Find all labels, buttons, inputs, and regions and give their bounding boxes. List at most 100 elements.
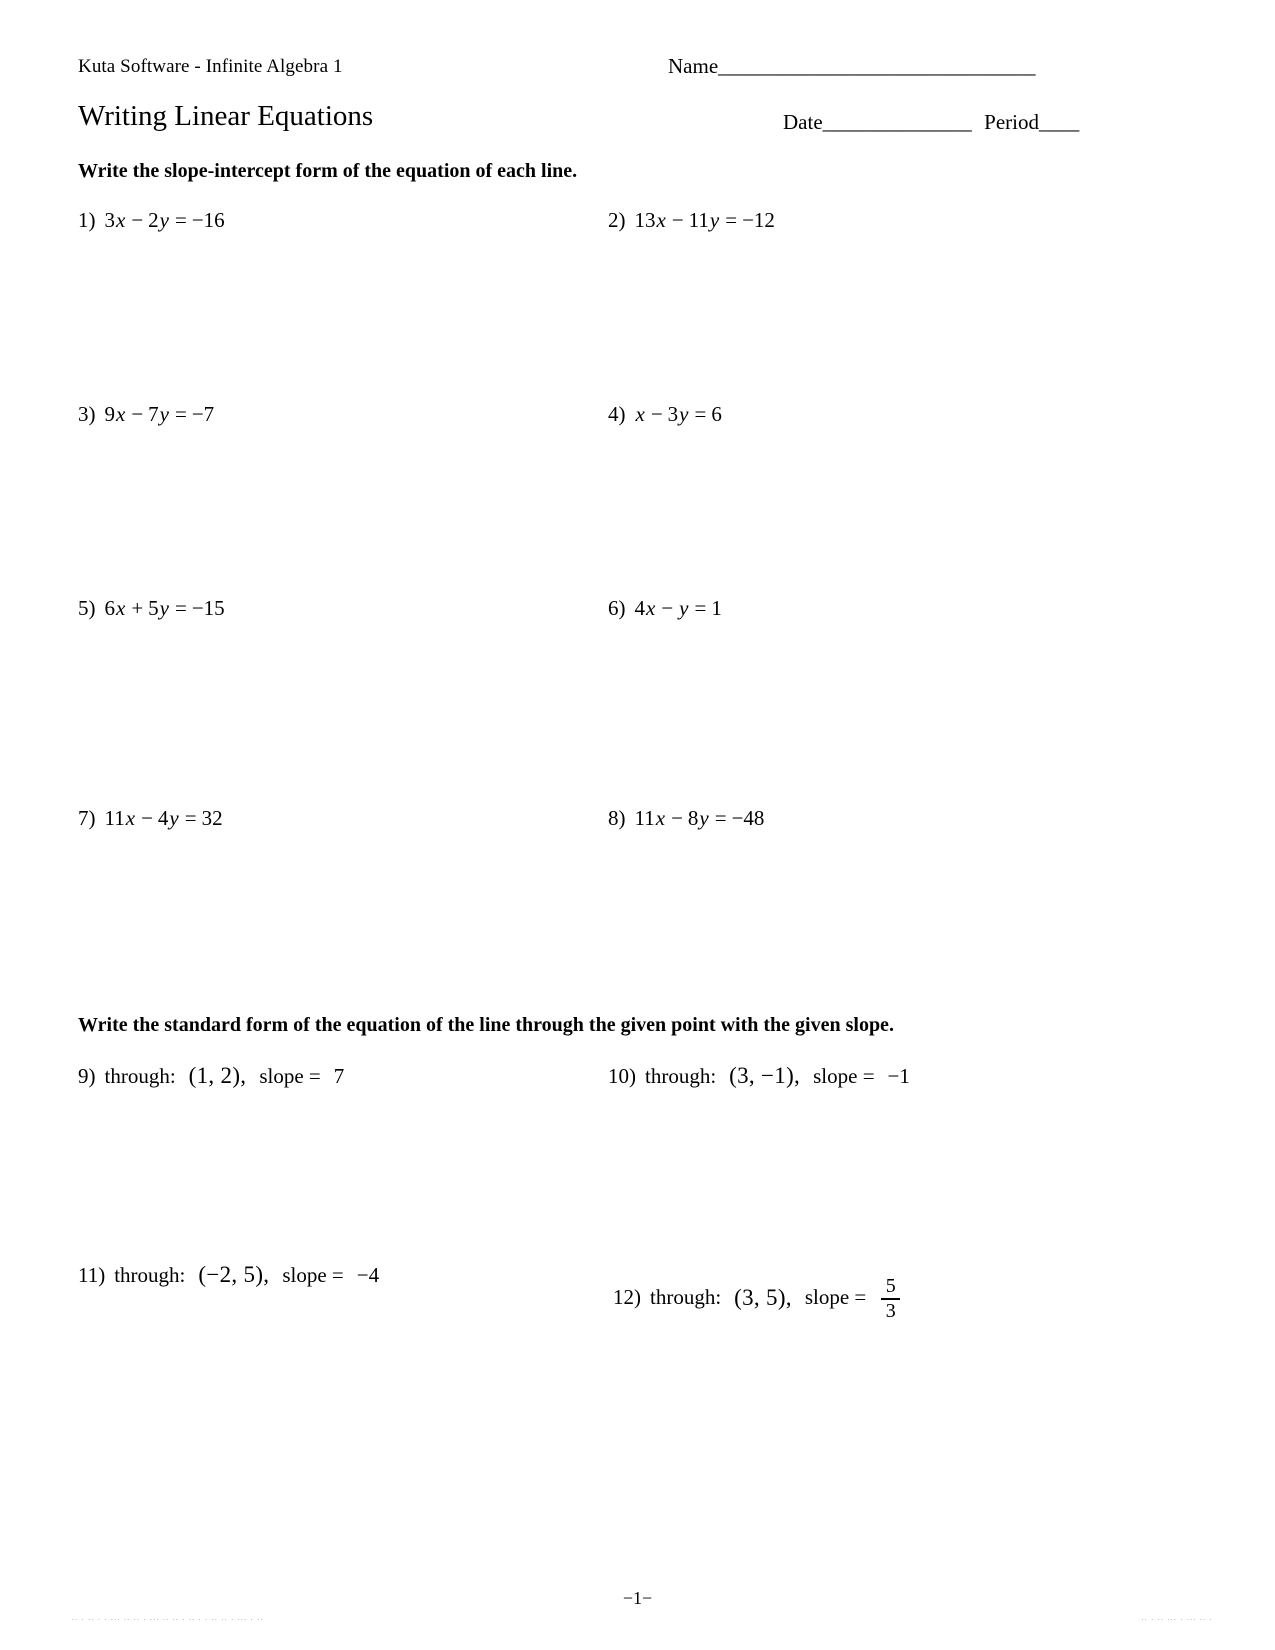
problem-number: 6) — [608, 596, 626, 620]
name-label: Name — [668, 54, 719, 78]
problem-number: 8) — [608, 806, 626, 830]
point-value: (1, 2), — [188, 1063, 247, 1088]
fraction-denominator: 3 — [885, 1299, 896, 1322]
name-blank-rule[interactable]: ________________________________ — [718, 54, 1035, 78]
math-variable: x — [635, 402, 645, 426]
problem-number: 9) — [78, 1063, 96, 1088]
slope-label: slope = — [804, 1285, 867, 1310]
math-operator: − — [141, 806, 153, 830]
math-number: 6 — [711, 402, 722, 426]
math-operator: = — [714, 806, 727, 830]
problem-1: 1) 3 x −2 y = −16 — [78, 208, 225, 233]
problem-6: 6) 4 x − y = 1 — [608, 596, 722, 621]
math-number: −15 — [191, 596, 225, 620]
point-value: (3, −1), — [729, 1063, 801, 1088]
math-variable: y — [159, 208, 169, 232]
problem-12: 12) through: (3, 5), slope = 5 3 — [613, 1275, 902, 1321]
math-number: 6 — [104, 596, 116, 620]
math-operator: − — [131, 402, 144, 426]
math-operator: − — [131, 208, 144, 232]
slope-label: slope = — [259, 1063, 321, 1088]
slope-value: −4 — [356, 1262, 380, 1287]
math-number: 32 — [201, 806, 223, 830]
math-operator: − — [650, 402, 663, 426]
math-variable: x — [125, 806, 136, 830]
date-period-row: Date_______________ Period____ — [783, 110, 1079, 135]
math-variable: y — [169, 806, 179, 830]
math-number: 4 — [157, 806, 169, 830]
math-number: 9 — [104, 402, 116, 426]
problem-number: 4) — [608, 402, 626, 426]
math-variable: x — [655, 806, 666, 830]
math-number: −48 — [731, 806, 765, 830]
math-variable: x — [116, 596, 126, 620]
problem-expression: 11 x −8 y = −48 — [635, 806, 765, 831]
problem-expression: through: (3, −1), slope = −1 — [645, 1063, 910, 1089]
problem-4: 4) x −3 y = 6 — [608, 402, 722, 427]
math-variable: y — [679, 596, 689, 620]
math-number: 11 — [104, 806, 125, 830]
problem-expression: 13 x −11 y = −12 — [635, 208, 775, 233]
problem-expression: through: (−2, 5), slope = −4 — [114, 1262, 379, 1288]
problem-expression: 4 x − y = 1 — [635, 596, 722, 621]
page-number: −1− — [622, 1588, 653, 1608]
problem-number: 10) — [608, 1063, 636, 1088]
problem-expression: through: (1, 2), slope = 7 — [105, 1063, 345, 1089]
math-number: 13 — [634, 208, 656, 232]
problem-number: 5) — [78, 596, 96, 620]
math-operator: = — [694, 402, 707, 426]
problem-5: 5) 6 x +5 y = −15 — [78, 596, 225, 621]
footer-artifact-left: .. . .. . . ... .. .. . ... .. .. . .. .… — [72, 1614, 264, 1622]
math-operator: − — [671, 208, 684, 232]
problem-number: 3) — [78, 402, 96, 426]
problem-number: 1) — [78, 208, 96, 232]
slope-value: −1 — [887, 1063, 910, 1088]
problem-expression: 6 x +5 y = −15 — [105, 596, 225, 621]
problem-7: 7) 11 x −4 y = 32 — [78, 806, 223, 831]
problem-11: 11) through: (−2, 5), slope = −4 — [78, 1262, 379, 1288]
math-operator: = — [175, 402, 187, 426]
math-operator: + — [131, 596, 144, 620]
math-variable: x — [646, 596, 656, 620]
problem-9: 9) through: (1, 2), slope = 7 — [78, 1063, 344, 1089]
period-blank-rule[interactable]: ____ — [1039, 110, 1079, 134]
point-value: (3, 5), — [734, 1284, 792, 1310]
slope-value: 7 — [333, 1063, 345, 1088]
math-number: 11 — [688, 208, 709, 232]
date-label: Date — [783, 110, 823, 134]
math-variable: y — [709, 208, 720, 232]
period-label: Period — [984, 110, 1039, 134]
through-label: through: — [104, 1063, 176, 1088]
section-2-heading: Write the standard form of the equation … — [78, 1014, 894, 1036]
slope-fraction: 5 3 — [881, 1275, 901, 1322]
through-label: through: — [114, 1262, 186, 1287]
math-operator: = — [694, 596, 707, 620]
problem-2: 2) 13 x −11 y = −12 — [608, 208, 775, 233]
software-brand-label: Kuta Software - Infinite Algebra 1 — [78, 56, 343, 77]
math-variable: y — [159, 402, 169, 426]
fraction-numerator: 5 — [885, 1275, 896, 1297]
slope-label: slope = — [813, 1063, 875, 1088]
math-operator: − — [661, 596, 674, 620]
point-value: (−2, 5), — [198, 1262, 270, 1287]
math-number: 5 — [148, 596, 159, 620]
math-operator: = — [175, 208, 187, 232]
math-number: −7 — [191, 402, 215, 426]
worksheet-page: Kuta Software - Infinite Algebra 1 Name_… — [0, 0, 1275, 1650]
math-number: 7 — [148, 402, 159, 426]
problem-number: 12) — [613, 1285, 641, 1310]
section-1-heading: Write the slope-intercept form of the eq… — [78, 160, 578, 182]
math-variable: y — [679, 402, 689, 426]
math-operator: = — [175, 596, 187, 620]
date-blank-rule[interactable]: _______________ — [823, 110, 972, 134]
slope-label: slope = — [282, 1262, 344, 1287]
problem-number: 11) — [78, 1262, 106, 1287]
math-number: −12 — [742, 208, 775, 232]
problem-number: 7) — [78, 806, 96, 830]
math-number: 8 — [687, 806, 699, 830]
math-number: 3 — [104, 208, 116, 232]
through-label: through: — [650, 1285, 722, 1310]
math-operator: = — [725, 208, 738, 232]
math-operator: = — [184, 806, 197, 830]
problem-3: 3) 9 x −7 y = −7 — [78, 402, 214, 427]
